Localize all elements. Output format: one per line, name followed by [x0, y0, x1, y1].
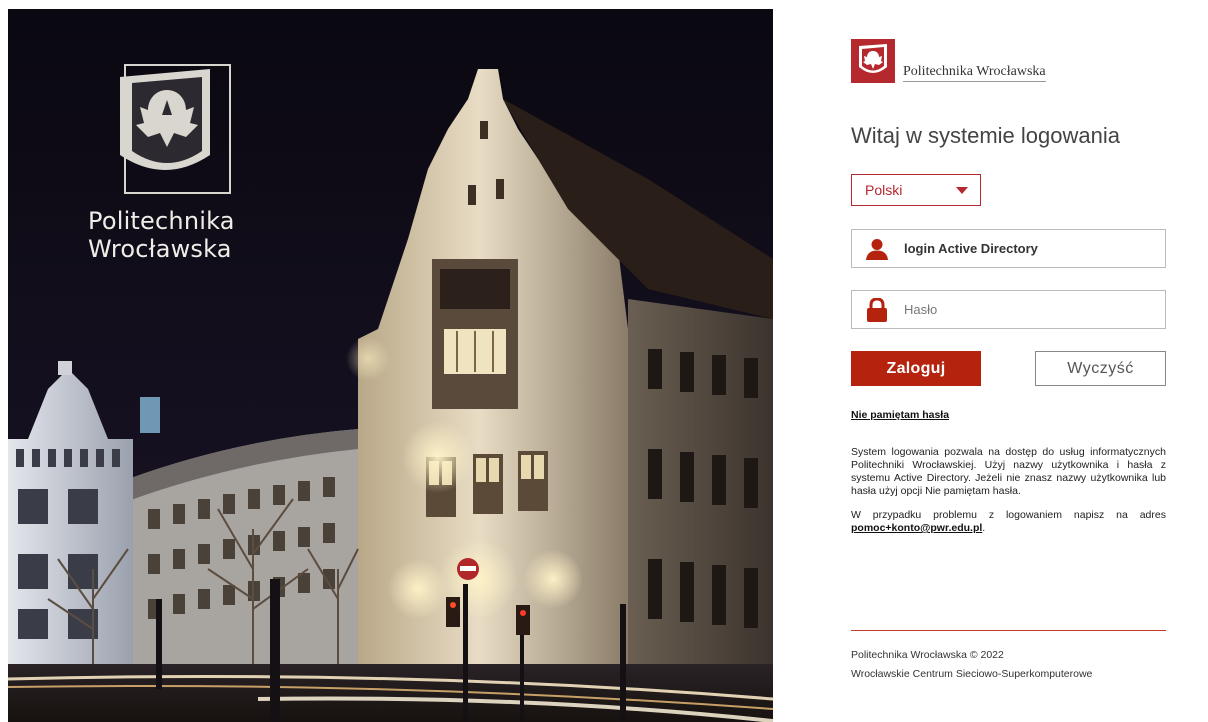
top-rule	[0, 0, 1208, 6]
footer-copyright: Politechnika Wrocławska © 2022	[851, 649, 1004, 661]
page-title: Witaj w systemie logowania	[851, 123, 1120, 148]
info-text: System logowania pozwala na dostęp do us…	[851, 446, 1166, 546]
hero-name-line1: Politechnika	[88, 207, 235, 235]
username-input[interactable]	[902, 240, 1156, 257]
language-select-value: Polski	[865, 182, 903, 198]
password-field[interactable]	[851, 290, 1166, 329]
language-select[interactable]: Polski	[851, 174, 981, 206]
login-panel: Politechnika Wrocławska Witaj w systemie…	[773, 9, 1208, 722]
password-input[interactable]	[902, 301, 1156, 318]
hero-university-name: Politechnika Wrocławska	[88, 207, 235, 263]
eagle-crest-icon	[851, 39, 895, 83]
username-field[interactable]	[851, 229, 1166, 268]
brand-logo[interactable]: Politechnika Wrocławska	[851, 39, 1046, 83]
forgot-password-link[interactable]: Nie pamiętam hasła	[851, 409, 949, 421]
hero-name-line2: Wrocławska	[88, 235, 232, 263]
clear-button[interactable]: Wyczyść	[1035, 351, 1166, 386]
info-paragraph-2-suffix: .	[982, 522, 986, 534]
info-paragraph-2: W przypadku problemu z logowaniem napisz…	[851, 509, 1166, 535]
footer: Politechnika Wrocławska © 2022 Wrocławsk…	[851, 646, 1092, 684]
lock-icon	[852, 291, 902, 328]
footer-divider	[851, 630, 1166, 631]
footer-center-name: Wrocławskie Centrum Sieciowo-Superkomput…	[851, 668, 1093, 680]
brand-name: Politechnika Wrocławska	[903, 64, 1046, 82]
info-paragraph-1: System logowania pozwala na dostęp do us…	[851, 446, 1166, 497]
login-button[interactable]: Zaloguj	[851, 351, 981, 386]
hero-photo: Politechnika Wrocławska	[8, 9, 773, 722]
caret-down-icon	[956, 187, 968, 194]
login-page: Politechnika Wrocławska Politechnika Wro…	[0, 0, 1208, 722]
support-email-link[interactable]: pomoc+konto@pwr.edu.pl	[851, 522, 982, 534]
user-icon	[852, 230, 902, 267]
info-paragraph-2-text: W przypadku problemu z logowaniem napisz…	[851, 509, 1166, 521]
hero-crest-icon	[120, 64, 231, 194]
